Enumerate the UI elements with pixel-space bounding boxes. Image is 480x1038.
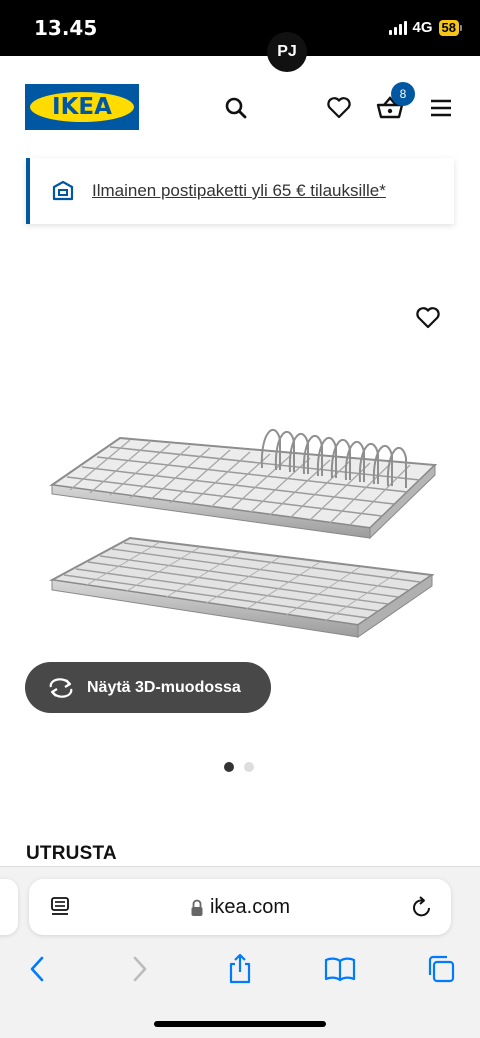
address-bar[interactable]: ikea.com: [29, 879, 451, 935]
share-icon[interactable]: [222, 951, 258, 987]
view-in-3d-button[interactable]: Näytä 3D-muodossa: [25, 662, 271, 713]
delivery-box-icon: [50, 178, 76, 204]
battery-level: 58: [438, 19, 459, 36]
promo-link[interactable]: Ilmainen postipaketti yli 65 € tilauksil…: [92, 181, 386, 201]
cart-count-badge: 8: [391, 82, 415, 106]
add-to-favourites-button[interactable]: [410, 300, 446, 336]
heart-icon[interactable]: [319, 88, 359, 128]
view-in-3d-label: Näytä 3D-muodossa: [87, 678, 241, 696]
logo-text: IKEA: [52, 94, 112, 120]
image-carousel-dots[interactable]: [224, 762, 254, 772]
tabs-icon[interactable]: [423, 951, 459, 987]
battery-icon: 58: [438, 19, 462, 36]
home-indicator: [154, 1021, 326, 1027]
free-delivery-banner[interactable]: Ilmainen postipaketti yli 65 € tilauksil…: [26, 158, 454, 224]
status-time: 13.45: [34, 16, 98, 40]
carousel-dot-2[interactable]: [244, 762, 254, 772]
url-text: ikea.com: [209, 896, 291, 918]
menu-icon[interactable]: [421, 88, 461, 128]
cellular-signal-icon: [388, 20, 407, 35]
network-type: 4G: [412, 19, 433, 36]
heart-outline-icon: [416, 307, 440, 329]
carousel-dot-1[interactable]: [224, 762, 234, 772]
site-header: IKEA: [0, 56, 480, 156]
rotate-3d-icon: [49, 677, 73, 698]
account-avatar[interactable]: PJ: [267, 32, 307, 72]
section-title: UTRUSTA: [26, 843, 117, 864]
status-indicators: 4G 58: [388, 19, 462, 36]
reload-icon[interactable]: [411, 895, 433, 924]
status-bar: 13.45 4G 58: [0, 0, 480, 56]
url-display[interactable]: ikea.com: [29, 896, 451, 919]
lock-icon: [191, 899, 203, 916]
forward-icon[interactable]: [122, 951, 158, 987]
ikea-logo[interactable]: IKEA: [25, 84, 139, 130]
browser-toolbar: ikea.com: [0, 866, 480, 1038]
dish-rack-product-image: [48, 428, 438, 638]
search-icon[interactable]: [216, 88, 256, 128]
back-icon[interactable]: [19, 951, 55, 987]
bookmarks-icon[interactable]: [322, 951, 358, 987]
previous-tab-preview[interactable]: [0, 879, 18, 935]
